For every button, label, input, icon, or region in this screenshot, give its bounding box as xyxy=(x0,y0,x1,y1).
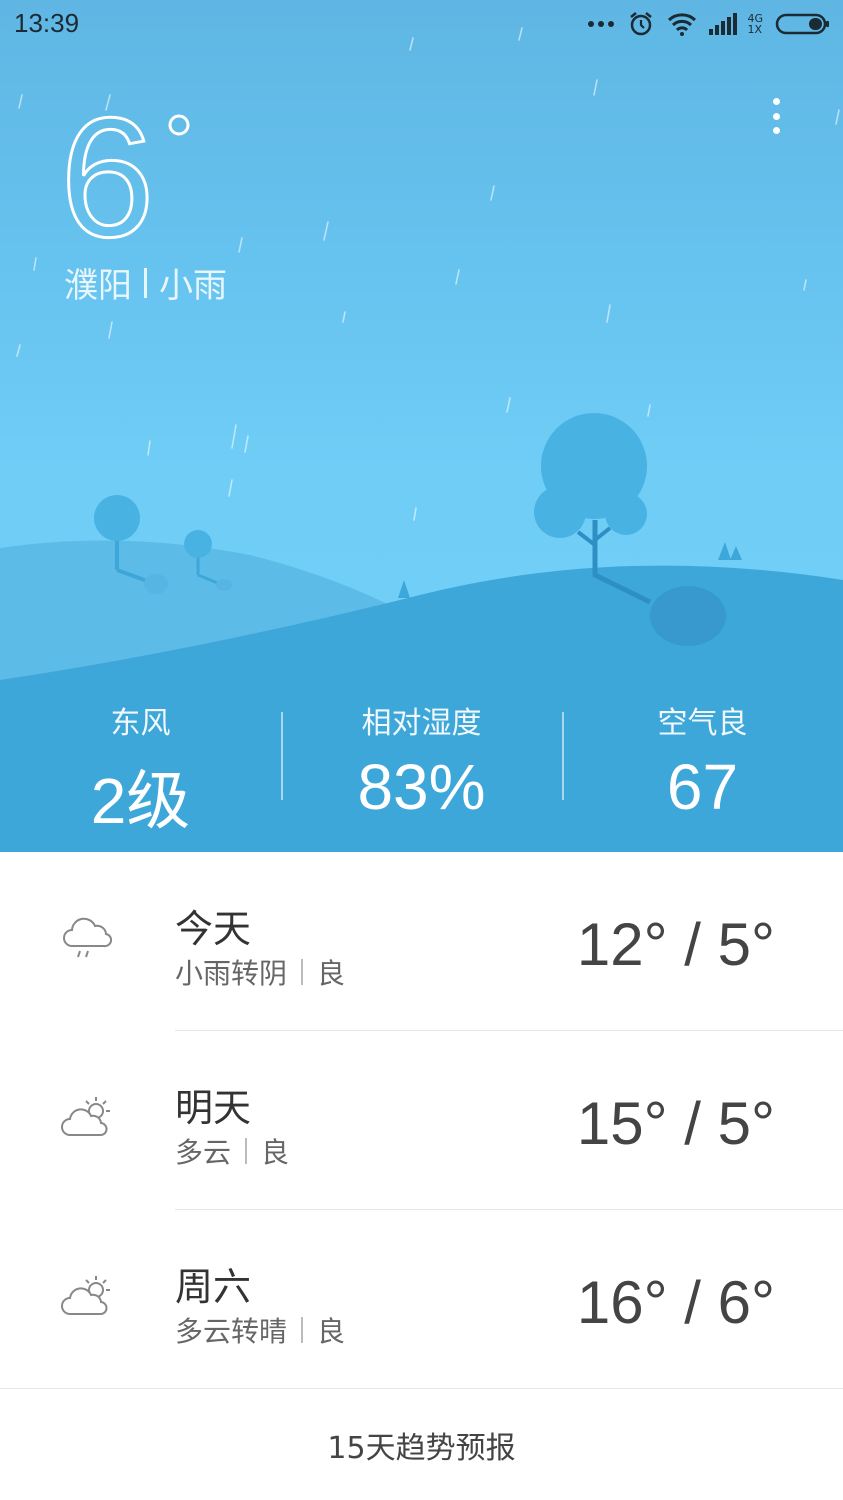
stat-divider xyxy=(281,712,283,800)
rain-cloud-icon xyxy=(63,917,113,958)
fifteen-day-trend-button[interactable]: 15天趋势预报 xyxy=(0,1390,843,1500)
location-condition: 濮阳 小雨 xyxy=(64,258,227,307)
city-divider xyxy=(144,267,147,298)
forecast-condition: 小雨转阴 xyxy=(175,957,288,990)
forecast-air-quality: 良 xyxy=(261,1136,290,1169)
current-temperature: 6 xyxy=(59,82,210,275)
menu-dot xyxy=(772,127,780,134)
status-icons: 4G 1X xyxy=(587,10,831,38)
partly-cloudy-icon xyxy=(61,1097,110,1136)
more-notifications-icon xyxy=(588,21,615,27)
wind-value: 2级 xyxy=(90,765,191,837)
forecast-divider xyxy=(301,959,304,985)
air-quality-stat: 空气良 67 xyxy=(562,688,843,852)
forecast-condition: 多云转晴 xyxy=(175,1315,288,1348)
wind-label: 东风 xyxy=(110,706,171,741)
current-condition: 小雨 xyxy=(159,266,227,306)
forecast-row-saturday[interactable]: 周六 多云转晴 良 16° / 6° xyxy=(0,1210,843,1389)
air-quality-value: 67 xyxy=(666,751,739,823)
alarm-icon xyxy=(630,12,653,36)
humidity-value: 83% xyxy=(357,751,486,823)
cellular-signal-icon xyxy=(709,13,738,35)
menu-dot xyxy=(772,98,780,105)
humidity-stat: 相对湿度 83% xyxy=(281,688,562,852)
forecast-description: 多云转晴 良 xyxy=(175,1310,345,1350)
wifi-icon xyxy=(668,13,697,36)
status-bar: 13:39 4G 1X xyxy=(0,0,843,48)
wind-stat: 东风 2级 xyxy=(0,688,281,852)
forecast-list: 今天 小雨转阴 良 12° / 5° 明天 多云 良 15° / 5° 周六 多… xyxy=(0,852,843,1389)
forecast-divider xyxy=(301,1317,304,1343)
row-divider xyxy=(0,1388,843,1389)
forecast-description: 小雨转阴 良 xyxy=(175,952,345,992)
humidity-label: 相对湿度 xyxy=(361,706,482,741)
forecast-description: 多云 良 xyxy=(175,1131,289,1171)
degree-icon xyxy=(168,114,190,136)
forecast-temperature-range: 12° / 5° xyxy=(576,911,775,978)
temperature-value: 6 xyxy=(60,100,155,250)
forecast-temperature-range: 16° / 6° xyxy=(576,1269,775,1336)
stat-divider xyxy=(562,712,564,800)
forecast-air-quality: 良 xyxy=(317,1315,346,1348)
forecast-row-tomorrow[interactable]: 明天 多云 良 15° / 5° xyxy=(0,1031,843,1210)
network-type: 4G 1X xyxy=(747,13,763,35)
forecast-day: 明天 xyxy=(175,1086,252,1130)
forecast-row-today[interactable]: 今天 小雨转阴 良 12° / 5° xyxy=(0,852,843,1031)
weather-hero: 13:39 4G 1X 6 濮阳 小雨 东风 2级 相对湿度 83% 空气良 6… xyxy=(0,0,843,852)
partly-cloudy-icon xyxy=(61,1276,110,1315)
network-sub-label: 1X xyxy=(747,23,763,36)
battery-icon xyxy=(775,13,829,35)
status-time: 13:39 xyxy=(14,8,80,38)
city-name: 濮阳 xyxy=(64,266,132,306)
forecast-day: 周六 xyxy=(175,1265,252,1309)
menu-dot xyxy=(772,112,780,120)
air-quality-label: 空气良 xyxy=(657,706,748,741)
forecast-temperature-range: 15° / 5° xyxy=(576,1090,775,1157)
forecast-divider xyxy=(245,1138,248,1164)
forecast-condition: 多云 xyxy=(175,1136,232,1169)
current-stats: 东风 2级 相对湿度 83% 空气良 67 xyxy=(0,688,843,852)
forecast-day: 今天 xyxy=(175,907,252,951)
more-options-button[interactable] xyxy=(761,94,791,138)
forecast-air-quality: 良 xyxy=(317,957,346,990)
